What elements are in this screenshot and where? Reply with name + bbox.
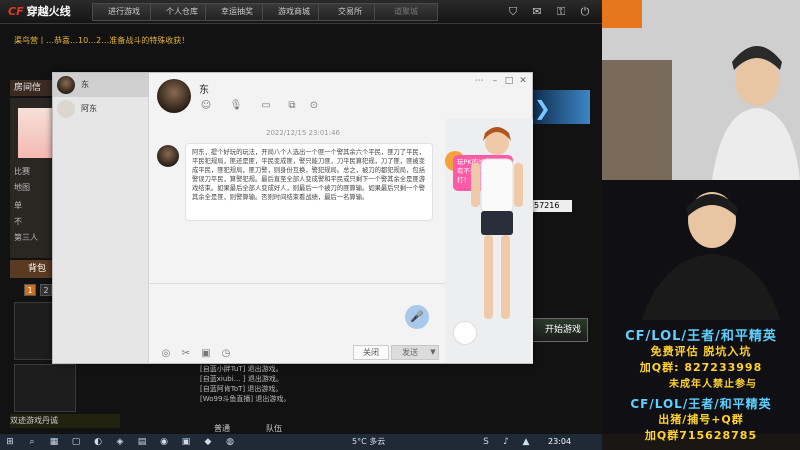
mini-avatar[interactable] (453, 321, 477, 345)
chat-log-line: [自蓝小胖TuT] 退出游戏。 (200, 365, 283, 373)
ime-icon[interactable]: S (480, 436, 492, 448)
app-icon[interactable]: ▢ (70, 436, 82, 448)
game-logo: CF 穿越火线 (8, 5, 71, 18)
app-icon[interactable]: ◈ (114, 436, 126, 448)
contact-item-dong[interactable]: 东 (53, 73, 149, 97)
game-top-bar: CF 穿越火线 进行游戏 个人仓库 幸运抽奖 游戏商城 交易所 道聚城 ⛉ ✉ ⚿… (0, 0, 602, 24)
promo-line-3: 加Q群: 827233998 (639, 361, 763, 374)
game-chat-log: [自蓝小胖TuT] 退出游戏。 [自蓝xiubi… ] 退出游戏。 [自蓝阿肯T… (200, 364, 370, 414)
contact-name: 阿东 (81, 104, 97, 113)
promo-line-7: 加Q群715628785 (644, 429, 758, 442)
image-icon[interactable]: ▣ (199, 347, 213, 361)
avatar (57, 76, 75, 94)
start-game-button[interactable]: 开始游戏 (530, 318, 588, 342)
tab-daojucheng[interactable]: 道聚城 (374, 3, 438, 21)
app-icon[interactable]: ◉ (158, 436, 170, 448)
chevron-down-icon[interactable]: ▼ (427, 345, 439, 360)
backpack-button[interactable]: 背包 (10, 260, 58, 278)
more-icon[interactable]: ⊙ (307, 99, 321, 113)
contact-list: 东 阿东 (53, 73, 149, 363)
minimize-icon[interactable]: – (489, 75, 501, 87)
room-info-label: 房间信 (10, 80, 58, 96)
search-icon[interactable]: ⌕ (26, 436, 38, 448)
scissors-icon[interactable]: ✂ (179, 347, 193, 361)
input-divider (149, 283, 445, 284)
inventory-slot[interactable] (14, 364, 76, 412)
task-view-icon[interactable]: ▦ (48, 436, 60, 448)
microphone-icon[interactable]: 🎙 (229, 99, 243, 113)
blue-banner: ❯ (530, 90, 590, 124)
message-avatar[interactable] (157, 145, 179, 167)
message-timestamp: 2022/12/15 23:01:46 (265, 129, 340, 137)
tab-exchange[interactable]: 交易所 (318, 3, 382, 21)
maximize-icon[interactable]: □ (503, 75, 515, 87)
screen-share-icon[interactable]: ⧉ (285, 99, 299, 113)
promo-line-1: CF/LOL/王者/和平精英 (625, 329, 777, 344)
qq-show-figure (471, 127, 523, 319)
qq-chat-window: 东 阿东 东 ☺ 🎙 ▭ ⧉ ⊙ ⋯ – □ ✕ 2022/12/15 23:0… (52, 72, 533, 364)
network-icon[interactable]: ▲ (520, 436, 532, 448)
left-panel-item: 单 (14, 201, 22, 210)
app-icon[interactable]: ◍ (224, 436, 236, 448)
score-display: 57216 (532, 200, 572, 212)
page-2-button[interactable]: 2 (40, 284, 52, 296)
left-panel-item: 比赛 (14, 167, 30, 176)
app-icon[interactable]: ▤ (136, 436, 148, 448)
message-bubble: 阿东，提个好玩的玩法，开局八个人选出一个匪一个警其余六个平民，匪刀了平民，平民犯… (185, 143, 433, 221)
left-panel-item: 第三人 (14, 233, 38, 242)
emoji-icon[interactable]: ☺ (199, 99, 213, 113)
contact-item-adong[interactable]: 阿东 (53, 97, 149, 121)
bottom-left-notice: 双迹游戏丹诚 (10, 414, 120, 428)
windows-start-icon[interactable]: ⊞ (4, 436, 16, 448)
mail-icon[interactable]: ✉ (530, 4, 544, 20)
promo-line-2: 免费评估 脱坑入坑 (650, 345, 752, 358)
chat-log-line: [自蓝阿肯ToT] 退出游戏。 (200, 385, 283, 393)
clock-icon[interactable]: ◷ (219, 347, 233, 361)
shield-icon[interactable]: ⛉ (506, 4, 520, 20)
close-button[interactable]: 关闭 (353, 345, 389, 360)
chevron-right-icon: ❯ (534, 96, 551, 120)
key-icon[interactable]: ⚿ (554, 4, 568, 20)
promo-line-4: 未成年人禁止参与 (669, 379, 757, 390)
channel-tab-team[interactable]: 队伍 (266, 424, 282, 434)
promo-line-6: 出猪/捕号+Q群 (658, 413, 744, 426)
tab-play-game[interactable]: 进行游戏 (92, 3, 156, 21)
screenshot-icon[interactable]: ◎ (159, 347, 173, 361)
pin-icon[interactable]: ⋯ (473, 75, 485, 87)
channel-tab-normal[interactable]: 普通 (214, 424, 230, 434)
left-panel-item: 地图 (14, 183, 30, 192)
folder-icon[interactable]: ▭ (259, 99, 273, 113)
orange-overlay (602, 0, 642, 28)
app-icon[interactable]: ▣ (180, 436, 192, 448)
tab-lucky-draw[interactable]: 幸运抽奖 (205, 3, 269, 21)
taskbar-clock[interactable]: 23:04 (548, 434, 572, 450)
chat-channel-tabs: 普通 队伍 (190, 424, 590, 434)
system-marquee: 渠鸟营丨…恭喜…10…2…准备战斗的特殊收获！ (14, 36, 184, 45)
power-icon[interactable]: ⏻ (578, 4, 592, 20)
tab-game-mall[interactable]: 游戏商城 (262, 3, 326, 21)
close-icon[interactable]: ✕ (517, 75, 529, 87)
edge-icon[interactable]: ◐ (92, 436, 104, 448)
chat-log-line: [自蓝xiubi… ] 退出游戏。 (200, 375, 283, 383)
app-icon[interactable]: ◆ (202, 436, 214, 448)
chat-log-line: [Wo99斗鱼直播] 退出游戏。 (200, 395, 291, 403)
weather-widget[interactable]: 5°C 多云 (352, 434, 412, 450)
volume-icon[interactable]: ♪ (500, 436, 512, 448)
avatar (57, 100, 75, 118)
promo-line-5: CF/LOL/王者/和平精英 (630, 397, 772, 411)
voice-input-icon[interactable]: 🎤 (405, 305, 429, 329)
left-panel-item: 不 (14, 217, 22, 226)
page-1-button[interactable]: 1 (24, 284, 36, 296)
chat-header-name: 东 (199, 85, 209, 96)
contact-name: 东 (81, 80, 89, 89)
chat-header-avatar[interactable] (157, 79, 191, 113)
